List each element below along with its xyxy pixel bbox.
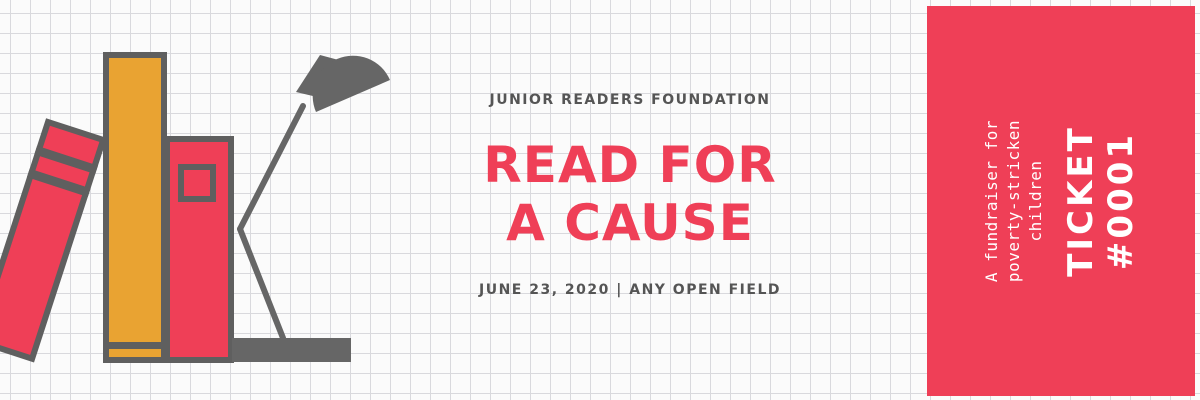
- event-title-line-1: READ FOR: [483, 136, 777, 194]
- organizer-name: JUNIOR READERS FOUNDATION: [489, 92, 771, 108]
- ticket-number: TICKET #0001: [1061, 51, 1141, 351]
- ticket-stub: A fundraiser for poverty-stricken childr…: [927, 6, 1195, 396]
- books-and-lamp-illustration: [0, 52, 390, 363]
- description-line-3: children: [1026, 160, 1045, 242]
- ticket-stub-text: A fundraiser for poverty-stricken childr…: [981, 51, 1141, 351]
- event-title-line-2: A CAUSE: [506, 194, 754, 252]
- ticket-label: TICKET: [1061, 125, 1101, 277]
- event-info: JUNIOR READERS FOUNDATION READ FOR A CAU…: [430, 88, 830, 298]
- fundraiser-description: A fundraiser for poverty-stricken childr…: [981, 51, 1047, 351]
- event-date-location: JUNE 23, 2020 | ANY OPEN FIELD: [479, 282, 781, 298]
- desk-lamp-icon: [232, 55, 390, 362]
- description-line-2: poverty-stricken: [1004, 119, 1023, 283]
- orange-book-icon: [103, 52, 167, 363]
- ticket-id: #0001: [1101, 131, 1141, 271]
- red-book-icon: [164, 136, 234, 363]
- event-ticket: JUNIOR READERS FOUNDATION READ FOR A CAU…: [0, 0, 1200, 400]
- tilted-book-icon: [0, 118, 107, 363]
- event-title: READ FOR A CAUSE: [430, 136, 830, 252]
- description-line-1: A fundraiser for: [982, 119, 1001, 283]
